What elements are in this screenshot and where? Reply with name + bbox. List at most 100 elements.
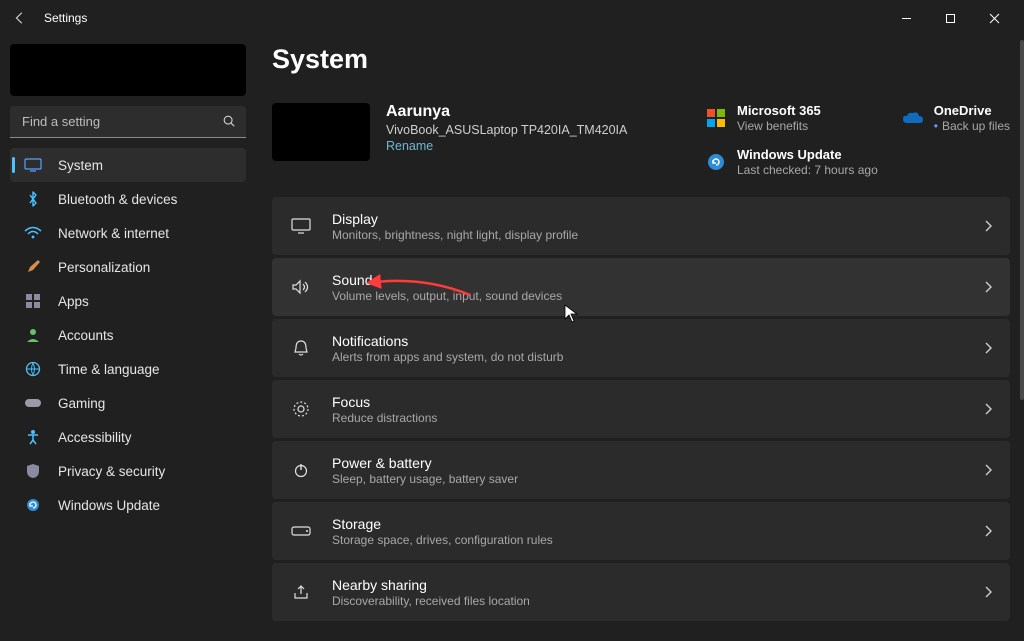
- device-thumbnail: [272, 103, 370, 161]
- titlebar: Settings: [0, 0, 1024, 36]
- nav-privacy[interactable]: Privacy & security: [10, 454, 246, 488]
- setting-title: Notifications: [332, 333, 563, 349]
- card-onedrive[interactable]: OneDrive Back up files: [902, 103, 1010, 133]
- search-wrap: [10, 106, 246, 138]
- onedrive-icon: [902, 107, 924, 129]
- nav-gaming[interactable]: Gaming: [10, 386, 246, 420]
- nav-label: Time & language: [58, 362, 160, 377]
- update-icon: [22, 496, 44, 514]
- nav-network[interactable]: Network & internet: [10, 216, 246, 250]
- brush-icon: [22, 258, 44, 276]
- nav-time[interactable]: Time & language: [10, 352, 246, 386]
- chevron-right-icon: [984, 403, 992, 415]
- focus-icon: [290, 398, 312, 420]
- sound-icon: [290, 276, 312, 298]
- close-button[interactable]: [972, 3, 1016, 33]
- chevron-right-icon: [984, 525, 992, 537]
- display-icon: [290, 215, 312, 237]
- device-user: Aarunya: [386, 103, 627, 121]
- nav-bluetooth[interactable]: Bluetooth & devices: [10, 182, 246, 216]
- nav-label: System: [58, 158, 103, 173]
- power-icon: [290, 459, 312, 481]
- scrollbar[interactable]: [1020, 40, 1024, 400]
- setting-title: Power & battery: [332, 455, 518, 471]
- sidebar: System Bluetooth & devices Network & int…: [10, 44, 246, 522]
- storage-icon: [290, 520, 312, 542]
- card-title: Windows Update: [737, 147, 878, 162]
- setting-title: Display: [332, 211, 578, 227]
- update-icon: [705, 151, 727, 173]
- gamepad-icon: [22, 394, 44, 412]
- setting-focus[interactable]: FocusReduce distractions: [272, 380, 1010, 438]
- system-icon: [22, 156, 44, 174]
- minimize-button[interactable]: [884, 3, 928, 33]
- nav-system[interactable]: System: [10, 148, 246, 182]
- device-name: VivoBook_ASUSLaptop TP420IA_TM420IA: [386, 123, 627, 137]
- card-title: Microsoft 365: [737, 103, 821, 118]
- ms365-icon: [705, 107, 727, 129]
- maximize-button[interactable]: [928, 3, 972, 33]
- setting-desc: Reduce distractions: [332, 411, 437, 425]
- user-profile-card[interactable]: [10, 44, 246, 96]
- nav-accessibility[interactable]: Accessibility: [10, 420, 246, 454]
- window-title: Settings: [44, 11, 87, 25]
- nav-label: Bluetooth & devices: [58, 192, 177, 207]
- nav-personalization[interactable]: Personalization: [10, 250, 246, 284]
- setting-title: Focus: [332, 394, 437, 410]
- setting-sound[interactable]: SoundVolume levels, output, input, sound…: [272, 258, 1010, 316]
- chevron-right-icon: [984, 220, 992, 232]
- chevron-right-icon: [984, 342, 992, 354]
- setting-nearby[interactable]: Nearby sharingDiscoverability, received …: [272, 563, 1010, 621]
- card-subtitle: View benefits: [737, 119, 821, 133]
- shield-icon: [22, 462, 44, 480]
- card-update[interactable]: Windows Update Last checked: 7 hours ago: [705, 147, 878, 177]
- settings-list: DisplayMonitors, brightness, night light…: [272, 197, 1010, 621]
- search-icon: [222, 114, 236, 128]
- card-subtitle: Back up files: [934, 119, 1010, 133]
- bell-icon: [290, 337, 312, 359]
- card-ms365[interactable]: Microsoft 365 View benefits: [705, 103, 878, 133]
- system-header: Aarunya VivoBook_ASUSLaptop TP420IA_TM42…: [272, 103, 1010, 177]
- rename-link[interactable]: Rename: [386, 139, 627, 153]
- bluetooth-icon: [22, 190, 44, 208]
- chevron-right-icon: [984, 586, 992, 598]
- setting-desc: Alerts from apps and system, do not dist…: [332, 350, 563, 364]
- search-input[interactable]: [10, 106, 246, 138]
- accessibility-icon: [22, 428, 44, 446]
- setting-desc: Discoverability, received files location: [332, 594, 530, 608]
- setting-desc: Monitors, brightness, night light, displ…: [332, 228, 578, 242]
- setting-title: Nearby sharing: [332, 577, 530, 593]
- nav: System Bluetooth & devices Network & int…: [10, 148, 246, 522]
- setting-power[interactable]: Power & batterySleep, battery usage, bat…: [272, 441, 1010, 499]
- main-content: System Aarunya VivoBook_ASUSLaptop TP420…: [272, 44, 1010, 641]
- nav-label: Windows Update: [58, 498, 160, 513]
- setting-desc: Volume levels, output, input, sound devi…: [332, 289, 562, 303]
- setting-desc: Sleep, battery usage, battery saver: [332, 472, 518, 486]
- nav-accounts[interactable]: Accounts: [10, 318, 246, 352]
- nav-label: Accessibility: [58, 430, 132, 445]
- chevron-right-icon: [984, 281, 992, 293]
- nav-apps[interactable]: Apps: [10, 284, 246, 318]
- nav-label: Network & internet: [58, 226, 169, 241]
- nav-label: Apps: [58, 294, 89, 309]
- setting-title: Sound: [332, 272, 562, 288]
- device-info: Aarunya VivoBook_ASUSLaptop TP420IA_TM42…: [386, 103, 627, 153]
- chevron-right-icon: [984, 464, 992, 476]
- nav-label: Accounts: [58, 328, 114, 343]
- setting-desc: Storage space, drives, configuration rul…: [332, 533, 553, 547]
- nav-label: Privacy & security: [58, 464, 165, 479]
- share-icon: [290, 581, 312, 603]
- nav-update[interactable]: Windows Update: [10, 488, 246, 522]
- setting-title: Storage: [332, 516, 553, 532]
- setting-display[interactable]: DisplayMonitors, brightness, night light…: [272, 197, 1010, 255]
- nav-label: Personalization: [58, 260, 150, 275]
- person-icon: [22, 326, 44, 344]
- card-subtitle: Last checked: 7 hours ago: [737, 163, 878, 177]
- apps-icon: [22, 292, 44, 310]
- setting-notifications[interactable]: NotificationsAlerts from apps and system…: [272, 319, 1010, 377]
- wifi-icon: [22, 224, 44, 242]
- card-title: OneDrive: [934, 103, 1010, 118]
- setting-storage[interactable]: StorageStorage space, drives, configurat…: [272, 502, 1010, 560]
- back-button[interactable]: [8, 6, 32, 30]
- nav-label: Gaming: [58, 396, 105, 411]
